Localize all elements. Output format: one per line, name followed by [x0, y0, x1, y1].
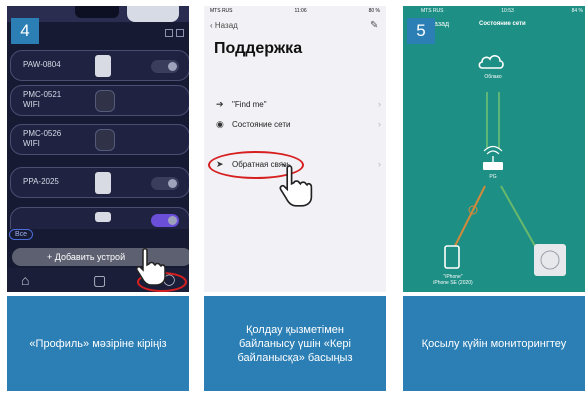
- device-name: PAW-0804: [23, 60, 61, 69]
- network-topology-diagram: [444, 55, 566, 276]
- page-title: Поддержка: [214, 40, 303, 57]
- grid-view-icon[interactable]: [165, 29, 173, 37]
- step-4-panel: PAW-0804 PMC-0521 WIFI PMC-0526 WIFI PPA…: [7, 6, 189, 391]
- device-name: PPA-2025: [23, 177, 59, 186]
- device-thumbnail: [95, 172, 111, 194]
- router-label: PG: [489, 174, 497, 180]
- chevron-left-icon: ‹: [210, 21, 213, 30]
- list-view-icon[interactable]: [176, 29, 184, 37]
- device-connection: WIFI: [23, 100, 40, 109]
- phone-icon: [444, 245, 460, 269]
- device-thumbnail: [95, 129, 115, 151]
- router-icon: [483, 162, 503, 170]
- pointing-hand-icon: [279, 164, 313, 207]
- support-screenshot: MTS RUS 11:06 80 % ‹ Назад ✎ Поддержка ➔…: [204, 6, 386, 292]
- step-5-panel: MTS RUS 10:53 84 % Назад Состояние сети: [403, 6, 585, 391]
- pointing-hand-icon: [136, 248, 166, 286]
- instruction-strip: PAW-0804 PMC-0521 WIFI PMC-0526 WIFI PPA…: [0, 0, 588, 393]
- device-list-screenshot: PAW-0804 PMC-0521 WIFI PMC-0526 WIFI PPA…: [7, 6, 189, 292]
- cloud-label: Облако: [484, 74, 502, 80]
- device-image-dark: [75, 6, 119, 18]
- device-name: PMC-0521 WIFI: [23, 90, 61, 110]
- compose-icon[interactable]: ✎: [370, 20, 378, 31]
- step-number-badge: 5: [407, 18, 435, 44]
- menu-item-find-me[interactable]: ➔ "Find me" ›: [216, 99, 381, 113]
- device-link-line: [500, 185, 536, 247]
- compass-icon: ◉: [216, 119, 224, 129]
- device-card-paw-0804[interactable]: PAW-0804: [10, 50, 189, 81]
- device-tile: [534, 244, 566, 276]
- location-arrow-icon: ➔: [216, 99, 224, 109]
- status-bar: MTS RUS 11:06 80 %: [210, 8, 380, 14]
- view-toggle[interactable]: [165, 29, 184, 37]
- chevron-right-icon: ›: [378, 159, 381, 169]
- cloud-icon: [478, 55, 504, 69]
- step-caption: Қосылу күйін мониторингтеу: [403, 296, 585, 391]
- device-card-pmc-0521[interactable]: PMC-0521 WIFI: [10, 85, 189, 116]
- chevron-right-icon: ›: [378, 119, 381, 129]
- support-panel: MTS RUS 11:06 80 % ‹ Назад ✎ Поддержка ➔…: [204, 6, 386, 391]
- network-status-screenshot: MTS RUS 10:53 84 % Назад Состояние сети: [403, 6, 585, 292]
- filter-chip-all[interactable]: Все: [9, 229, 34, 240]
- clock-label: 11:06: [294, 8, 307, 14]
- phone-link-line: [454, 185, 486, 247]
- step-number-badge: 4: [11, 18, 39, 44]
- device-card-pmc-0526[interactable]: PMC-0526 WIFI: [10, 124, 189, 155]
- chevron-right-icon: ›: [378, 99, 381, 109]
- shop-tab-icon[interactable]: ▢: [93, 273, 106, 287]
- home-tab-icon[interactable]: ⌂: [21, 273, 29, 287]
- device-card-partial[interactable]: [10, 207, 189, 229]
- device-power-toggle[interactable]: [151, 177, 179, 190]
- device-name: PMC-0526 WIFI: [23, 129, 61, 149]
- battery-label: 80 %: [368, 8, 380, 14]
- back-label: Назад: [214, 21, 238, 30]
- phone-model: iPhone SE (2020): [433, 280, 473, 286]
- device-model: PMC-0526: [23, 129, 62, 138]
- device-power-toggle[interactable]: [151, 214, 179, 227]
- carrier-label: MTS RUS: [210, 8, 233, 14]
- phone-label: "iPhone" iPhone SE (2020): [427, 274, 479, 286]
- back-button[interactable]: ‹ Назад: [210, 21, 238, 30]
- menu-item-label: Состояние сети: [232, 120, 291, 129]
- device-model: PMC-0521: [23, 90, 62, 99]
- device-thumbnail: [95, 212, 111, 222]
- step-caption: «Профиль» мәзіріне кіріңіз: [7, 296, 189, 391]
- device-card-ppa-2025[interactable]: PPA-2025: [10, 167, 189, 198]
- menu-item-label: "Find me": [232, 100, 267, 109]
- device-thumbnail: [95, 55, 111, 77]
- menu-item-network-status[interactable]: ◉ Состояние сети ›: [216, 119, 381, 133]
- step-caption: Қолдау қызметімен байланысу үшін «Кері б…: [204, 296, 386, 391]
- device-image-light: [127, 6, 179, 22]
- device-thumbnail: [95, 90, 115, 112]
- device-connection: WIFI: [23, 139, 40, 148]
- device-power-toggle[interactable]: [151, 60, 179, 73]
